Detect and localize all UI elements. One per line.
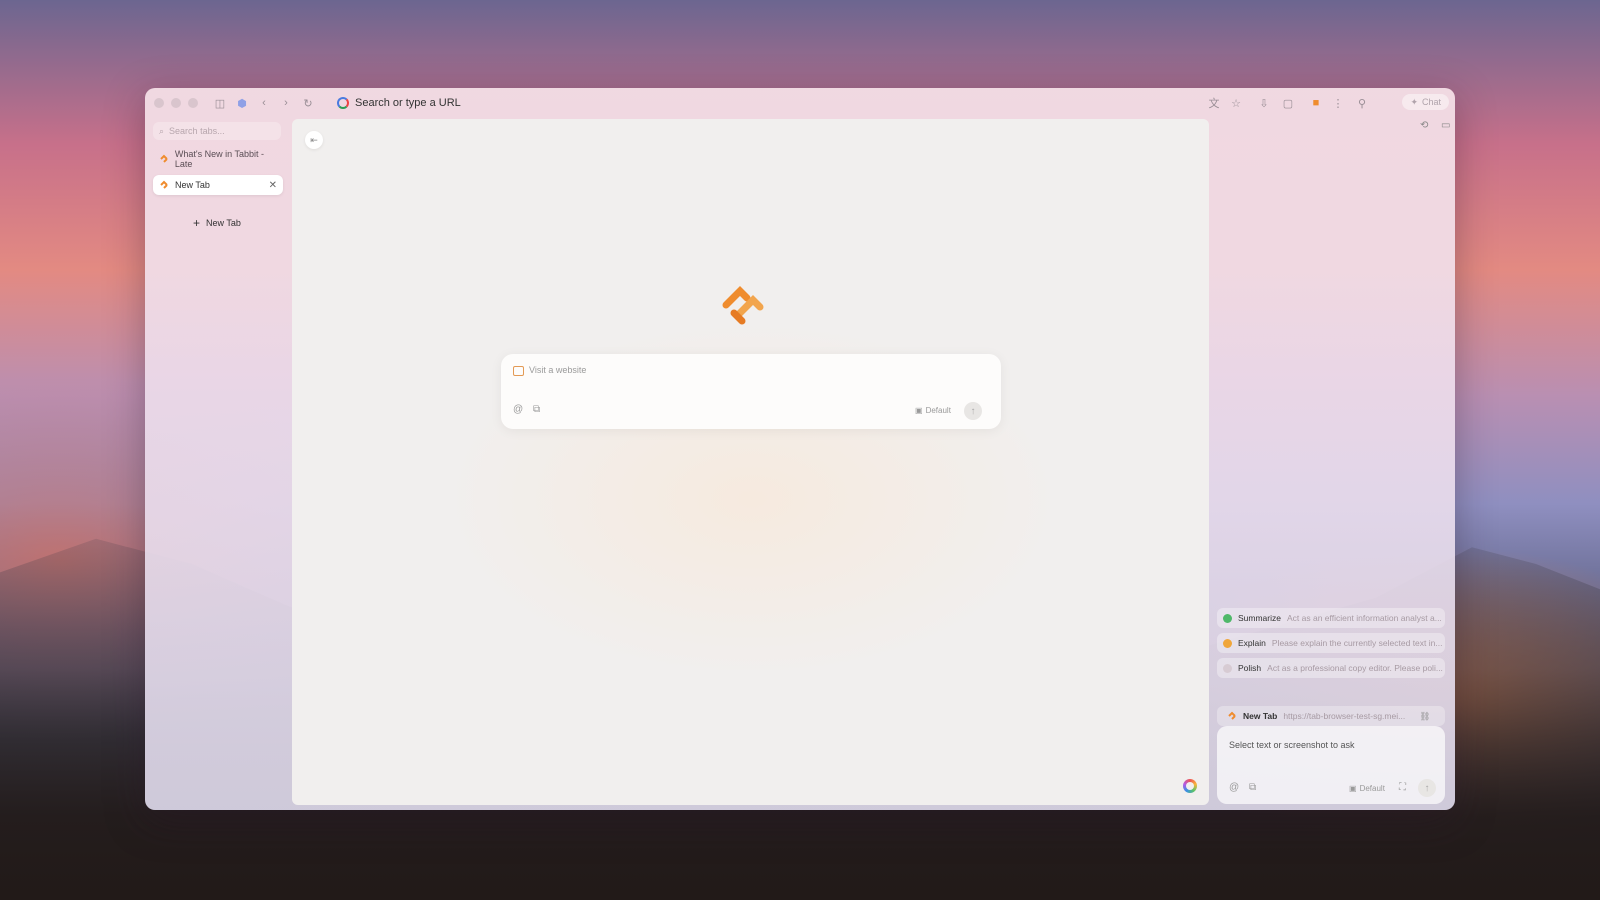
model-icon: ▣ <box>915 406 923 415</box>
zoom-window-button[interactable] <box>188 98 198 108</box>
prompt-desc: Please explain the currently selected te… <box>1271 638 1443 648</box>
search-card: Visit a website @ ⧉ ▣ Default ↑ <box>501 354 1001 429</box>
tabbit-favicon-icon <box>160 154 168 163</box>
translate-icon[interactable]: 文 <box>1207 96 1221 110</box>
context-tab-chip[interactable]: New Tab https://tab-browser-test-sg.mei.… <box>1217 706 1445 726</box>
tab-title: What's New in Tabbit - Late <box>174 149 264 169</box>
send-button[interactable]: ↑ <box>964 402 982 420</box>
minimize-window-button[interactable] <box>171 98 181 108</box>
explain-icon <box>1223 638 1232 648</box>
close-window-button[interactable] <box>154 98 164 108</box>
close-tab-icon[interactable]: ✕ <box>269 180 277 191</box>
prompt-desc: Act as a professional copy editor. Pleas… <box>1267 663 1443 673</box>
title-bar: ◫ ⬢ ‹ › ↻ Search or type a URL 文 ☆ ⇩ ▢ ■… <box>145 88 1455 118</box>
search-icon: ⌕ <box>159 125 165 136</box>
search-tabs-input[interactable]: ⌕ Search tabs... <box>153 122 281 140</box>
ask-input[interactable]: Select text or screenshot to ask <box>1229 740 1355 750</box>
link-icon[interactable]: ⛓ <box>1419 711 1430 722</box>
extensions-icon[interactable]: ▢ <box>1281 96 1295 110</box>
prompt-explain[interactable]: Explain Please explain the currently sel… <box>1217 633 1445 653</box>
polish-icon <box>1223 663 1232 673</box>
back-icon[interactable]: ‹ <box>257 96 271 110</box>
tabbit-favicon-icon <box>1228 711 1236 720</box>
model-selector[interactable]: ▣ Default <box>1349 784 1385 793</box>
download-icon[interactable]: ⇩ <box>1257 96 1271 110</box>
new-tab-button[interactable]: + New Tab <box>193 216 241 230</box>
theme-palette-icon[interactable] <box>1183 779 1197 793</box>
summarize-icon <box>1223 613 1232 623</box>
browser-window: ◫ ⬢ ‹ › ↻ Search or type a URL 文 ☆ ⇩ ▢ ■… <box>145 88 1455 810</box>
chat-bubble-icon <box>513 366 524 376</box>
new-tab-page: ⇤ Visit a website @ ⧉ ▣ Default ↑ <box>292 119 1209 805</box>
address-bar[interactable]: Search or type a URL <box>337 95 461 111</box>
extension-app-icon[interactable]: ■ <box>1309 96 1323 110</box>
model-selector-label: Default <box>1359 784 1385 793</box>
model-selector-label: Default <box>925 406 951 415</box>
tab-item[interactable]: What's New in Tabbit - Late <box>153 149 283 169</box>
more-icon[interactable]: ⋮ <box>1331 96 1345 110</box>
shield-icon[interactable]: ⬢ <box>235 96 249 110</box>
assistant-panel: ⟲ ▭ Summarize Act as an efficient inform… <box>1217 118 1455 810</box>
prompt-title: Polish <box>1238 663 1262 673</box>
visit-website-input[interactable]: Visit a website <box>529 365 586 375</box>
plus-icon: + <box>193 216 201 230</box>
tab-item-active[interactable]: New Tab ✕ <box>153 175 283 195</box>
context-url: https://tab-browser-test-sg.mei... <box>1283 711 1406 721</box>
panel-layout-icon[interactable]: ▭ <box>1441 120 1450 131</box>
sparkle-icon: ✦ <box>1410 96 1418 107</box>
chat-button[interactable]: ✦ Chat <box>1402 94 1449 110</box>
tabbit-logo <box>722 286 764 325</box>
prompt-desc: Act as an efficient information analyst … <box>1286 613 1442 623</box>
lightbulb-icon[interactable]: ⚲ <box>1355 96 1369 110</box>
prompt-summarize[interactable]: Summarize Act as an efficient informatio… <box>1217 608 1445 628</box>
prompt-polish[interactable]: Polish Act as a professional copy editor… <box>1217 658 1445 678</box>
collapse-sidebar-button[interactable]: ⇤ <box>305 131 323 149</box>
reload-icon[interactable]: ↻ <box>301 96 315 110</box>
search-tabs-placeholder: Search tabs... <box>169 126 225 136</box>
prompt-title: Summarize <box>1238 613 1281 623</box>
bookmark-star-icon[interactable]: ☆ <box>1229 96 1243 110</box>
history-icon[interactable]: ⟲ <box>1420 120 1428 131</box>
chat-button-label: Chat <box>1421 97 1441 107</box>
model-selector[interactable]: ▣ Default <box>915 406 951 415</box>
address-bar-text: Search or type a URL <box>355 97 461 109</box>
sidebar-toggle-icon[interactable]: ◫ <box>213 96 227 110</box>
send-button[interactable]: ↑ <box>1418 779 1436 797</box>
screenshot-icon[interactable]: ⛶ <box>1399 782 1406 793</box>
tab-sidebar: ⌕ Search tabs... What's New in Tabbit - … <box>145 118 287 810</box>
context-title: New Tab <box>1243 711 1278 721</box>
window-controls <box>154 98 198 108</box>
forward-icon[interactable]: › <box>279 96 293 110</box>
mention-icon[interactable]: @ <box>1229 782 1239 793</box>
ask-card: Select text or screenshot to ask @ ⧉ ▣ D… <box>1217 726 1445 804</box>
apps-icon[interactable]: ⧉ <box>533 404 540 415</box>
new-tab-label: New Tab <box>206 218 241 228</box>
tabbit-favicon-icon <box>160 180 168 189</box>
model-icon: ▣ <box>1349 784 1357 793</box>
apps-icon[interactable]: ⧉ <box>1249 782 1256 793</box>
tab-title: New Tab <box>175 180 210 190</box>
prompt-title: Explain <box>1238 638 1266 648</box>
google-icon <box>337 97 349 109</box>
mention-icon[interactable]: @ <box>513 404 523 415</box>
